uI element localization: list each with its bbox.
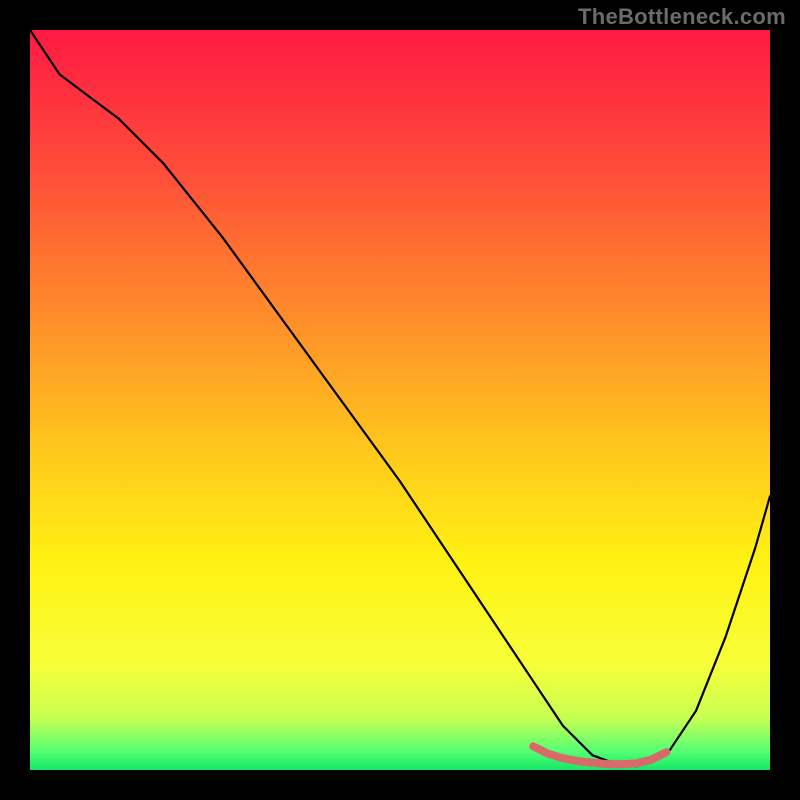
watermark-label: TheBottleneck.com xyxy=(578,4,786,30)
chart-svg xyxy=(0,0,800,800)
chart-frame: TheBottleneck.com xyxy=(0,0,800,800)
